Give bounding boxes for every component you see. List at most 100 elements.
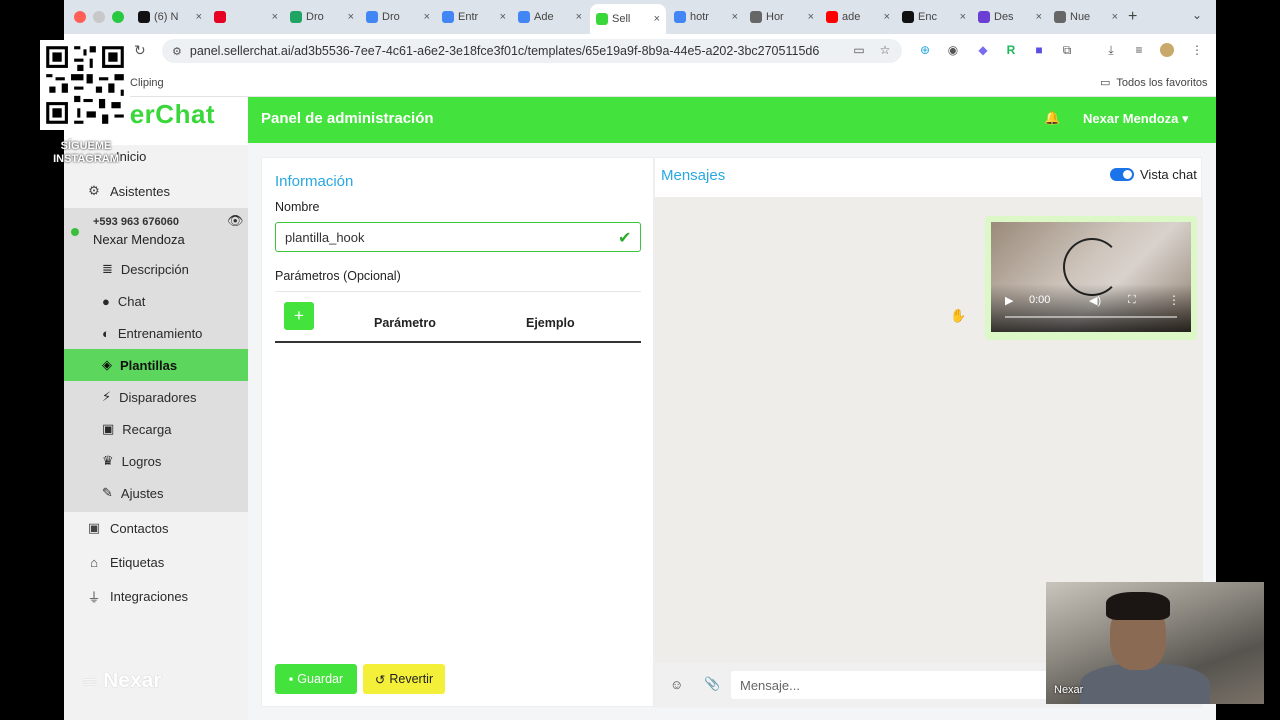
bell-icon[interactable]: 🔔 — [1044, 110, 1060, 126]
close-tab-icon[interactable]: × — [654, 13, 660, 25]
revert-button-label: Revertir — [389, 672, 434, 686]
bookmark-star-icon[interactable]: ☆ — [878, 43, 892, 57]
browser-tab[interactable]: (6) N × — [132, 6, 208, 28]
close-tab-icon[interactable]: × — [424, 11, 430, 23]
install-app-icon[interactable]: ▭ — [852, 43, 866, 57]
close-tab-icon[interactable]: × — [732, 11, 738, 23]
browser-tab[interactable]: Dro × — [360, 6, 436, 28]
close-tab-icon[interactable]: × — [884, 11, 890, 23]
param-column-header: Parámetro — [374, 316, 436, 330]
add-parameter-button[interactable]: + — [284, 302, 314, 330]
eye-icon[interactable]: 👁 — [227, 213, 244, 229]
sidebar-item-entrenamiento[interactable]: ◐ Entrenamiento — [64, 317, 248, 349]
reload-icon[interactable]: ↻ — [134, 42, 146, 59]
download-icon[interactable]: ⤓ — [1104, 43, 1118, 57]
webcam-overlay: Nexar — [1046, 582, 1264, 704]
extension-r-icon[interactable]: R — [1004, 43, 1018, 57]
close-tab-icon[interactable]: × — [272, 11, 278, 23]
sidebar-item-label: Integraciones — [110, 588, 189, 604]
sidebar-item-label: Ajustes — [120, 485, 164, 501]
minimize-window-button[interactable] — [93, 11, 105, 23]
browser-menu-icon[interactable]: ⋮ — [1190, 43, 1204, 57]
google-docs-icon — [366, 11, 378, 23]
tab-title: Enc — [918, 11, 937, 23]
sidebar-item-label: Etiquetas — [110, 554, 165, 570]
video-progress-bar[interactable] — [1005, 316, 1177, 318]
site-settings-icon[interactable]: ⚙ — [172, 45, 182, 58]
google-docs-icon — [442, 11, 454, 23]
browser-toolbar: ↻ ⚙ panel.sellerchat.ai/ad3b5536-7ee7-4c… — [64, 34, 1216, 68]
close-tab-icon[interactable]: × — [576, 11, 582, 23]
browser-tab[interactable]: Sell × — [590, 4, 666, 34]
maximize-window-button[interactable] — [112, 11, 124, 23]
close-tab-icon[interactable]: × — [348, 11, 354, 23]
browser-tab[interactable]: Des × — [972, 6, 1048, 28]
sidebar-item-integraciones[interactable]: ⏚ Integraciones — [64, 580, 248, 612]
extension-square-icon[interactable]: ■ — [1032, 43, 1046, 57]
camera-icon[interactable]: ◉ — [946, 43, 960, 57]
browser-tab[interactable]: Enc × — [896, 6, 972, 28]
tab-search-icon[interactable]: ⌄ — [1192, 8, 1202, 22]
messages-title: Mensajes — [661, 167, 726, 184]
sidebar-item-recarga[interactable]: ▣ Recarga — [64, 413, 248, 445]
sidebar-item-descripción[interactable]: ≣ Descripción — [64, 253, 248, 285]
sidebar-item-contactos[interactable]: ▣ Contactos — [64, 512, 248, 544]
address-bar[interactable]: ⚙ panel.sellerchat.ai/ad3b5536-7ee7-4c61… — [162, 39, 902, 63]
chat-view-toggle[interactable] — [1110, 168, 1134, 181]
google-icon — [674, 11, 686, 23]
audio-extension-icon[interactable]: ◆ — [976, 43, 990, 57]
browser-tab[interactable]: Nue × — [1048, 6, 1124, 28]
fullscreen-icon[interactable]: ⛶ — [1128, 294, 1136, 307]
close-tab-icon[interactable]: × — [500, 11, 506, 23]
sidebar-item-label: Asistentes — [110, 183, 170, 199]
browser-tab[interactable]: Dro × — [284, 6, 360, 28]
sidebar-item-logros[interactable]: ♛ Logros — [64, 445, 248, 477]
tab-title: Dro — [382, 11, 400, 23]
revert-button[interactable]: ↺ Revertir — [363, 664, 445, 694]
play-icon[interactable]: ▶ — [1005, 294, 1013, 307]
browser-tab[interactable]: hotr × — [668, 6, 744, 28]
close-tab-icon[interactable]: × — [808, 11, 814, 23]
sidebar-item-ajustes[interactable]: ✎ Ajustes — [64, 477, 248, 509]
save-button[interactable]: ▪ Guardar — [275, 664, 357, 694]
close-window-button[interactable] — [74, 11, 86, 23]
app-icon — [978, 11, 990, 23]
sidebar-item-asistentes[interactable]: ⚙ Asistentes — [64, 175, 248, 207]
close-tab-icon[interactable]: × — [196, 11, 202, 23]
sidebar-item-chat[interactable]: ● Chat — [64, 285, 248, 317]
browser-tab[interactable]: Entr × — [436, 6, 512, 28]
video-player[interactable]: ▶ 0:00 ◀) ⛶ ⋮ — [991, 222, 1191, 332]
url-text[interactable]: panel.sellerchat.ai/ad3b5536-7ee7-4c61-a… — [190, 44, 819, 58]
assistant-card[interactable]: +593 963 676060 Nexar Mendoza 👁 — [64, 208, 248, 252]
browser-tab[interactable]: Ade × — [512, 6, 588, 28]
browser-tab[interactable]: × — [208, 6, 284, 28]
all-bookmarks[interactable]: ▭ Todos los favoritos — [1100, 76, 1208, 90]
volume-icon[interactable]: ◀) — [1089, 294, 1101, 307]
more-options-icon[interactable]: ⋮ — [1168, 293, 1180, 307]
new-tab-button[interactable]: + — [1128, 8, 1137, 26]
sidebar-item-disparadores[interactable]: ⚡ Disparadores — [64, 381, 248, 413]
nexar-watermark-text: Nexar — [103, 669, 162, 692]
close-tab-icon[interactable]: × — [1036, 11, 1042, 23]
sidebar-item-plantillas[interactable]: ◈ Plantillas — [64, 349, 248, 381]
profile-avatar-icon[interactable] — [1160, 43, 1174, 57]
close-tab-icon[interactable]: × — [960, 11, 966, 23]
paperclip-icon[interactable]: 📎 — [704, 676, 720, 692]
sidebar-item-label: Entrenamiento — [117, 325, 203, 341]
tab-title: Dro — [306, 11, 324, 23]
bookmark-cliping[interactable]: Cliping — [130, 77, 164, 89]
video-controls: ▶ 0:00 ◀) ⛶ ⋮ — [991, 284, 1191, 332]
emoji-icon[interactable]: ☺ — [670, 677, 683, 692]
top-bar: Panel de administración 🔔 Nexar Mendoza … — [248, 97, 1216, 143]
user-menu[interactable]: Nexar Mendoza ▾ — [1083, 111, 1189, 127]
media-control-icon[interactable]: ≡ — [1132, 43, 1146, 57]
sidebar-item-etiquetas[interactable]: ⌂ Etiquetas — [64, 546, 248, 578]
extensions-puzzle-icon[interactable]: ⧉ — [1060, 43, 1074, 57]
trophy-icon: ♛ — [102, 453, 114, 468]
template-name-input[interactable] — [275, 222, 641, 252]
bookmarks-bar: Cliping ▭ Todos los favoritos — [64, 68, 1216, 97]
browser-tab[interactable]: ade × — [820, 6, 896, 28]
close-tab-icon[interactable]: × — [1112, 11, 1118, 23]
lens-icon[interactable]: ⊕ — [918, 43, 932, 57]
browser-tab[interactable]: Hor × — [744, 6, 820, 28]
